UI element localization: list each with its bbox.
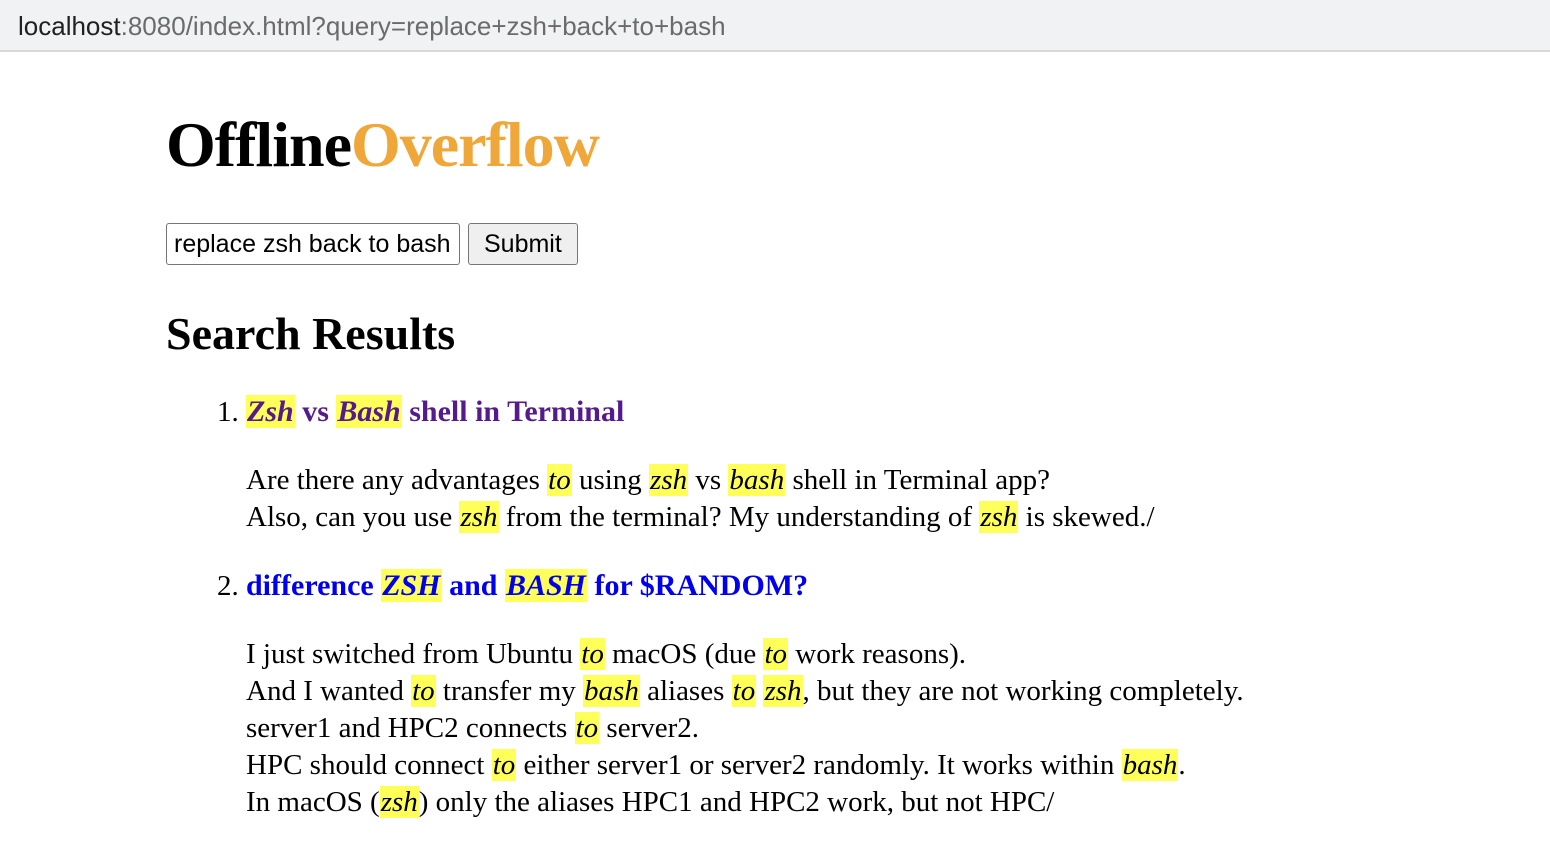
- highlighted-term: zsh: [979, 501, 1019, 533]
- result-snippet: I just switched from Ubuntu to macOS (du…: [246, 636, 1496, 821]
- result-snippet: Are there any advantages to using zsh vs…: [246, 462, 1496, 536]
- text-segment: vs: [294, 395, 337, 428]
- search-form: Submit: [166, 222, 1496, 266]
- highlighted-term: to: [580, 638, 605, 670]
- text-segment: And I wanted: [246, 675, 412, 707]
- logo-offline: Offline: [166, 109, 352, 180]
- highlighted-term: zsh: [763, 675, 803, 707]
- highlighted-term: Bash: [336, 395, 402, 428]
- highlighted-term: to: [763, 638, 789, 670]
- snippet-line: And I wanted to transfer my bash aliases…: [246, 673, 1496, 710]
- logo-overflow: Overflow: [350, 109, 600, 180]
- text-segment: , but they are not working completely.: [802, 675, 1244, 707]
- text-segment: difference: [246, 569, 382, 602]
- text-segment: In macOS (: [246, 786, 380, 818]
- url-path: :8080/index.html?query=replace+zsh+back+…: [120, 11, 726, 41]
- text-segment: Are there any advantages: [246, 464, 548, 496]
- address-bar[interactable]: localhost:8080/index.html?query=replace+…: [0, 0, 1550, 52]
- snippet-line: Are there any advantages to using zsh vs…: [246, 462, 1496, 499]
- results-list: Zsh vs Bash shell in Terminal Are there …: [166, 392, 1496, 821]
- highlighted-term: to: [574, 712, 600, 744]
- text-segment: shell in Terminal: [401, 395, 625, 428]
- text-segment: aliases: [639, 675, 732, 707]
- highlighted-term: BASH: [504, 569, 588, 602]
- text-segment: HPC should connect: [246, 749, 492, 781]
- results-heading: Search Results: [166, 308, 456, 359]
- text-segment: is skewed./: [1018, 501, 1155, 533]
- highlighted-term: bash: [1121, 749, 1179, 781]
- text-segment: either server1 or server2 randomly. It w…: [516, 749, 1122, 781]
- text-segment: work reasons).: [788, 638, 967, 670]
- search-input[interactable]: [166, 223, 460, 265]
- site-logo: OfflineOverflow: [166, 100, 1496, 190]
- highlighted-term: to: [547, 464, 572, 496]
- highlighted-term: ZSH: [381, 569, 442, 602]
- text-segment: macOS (due: [604, 638, 764, 670]
- highlighted-term: to: [411, 675, 436, 707]
- highlighted-term: to: [731, 675, 757, 707]
- snippet-line: Also, can you use zsh from the terminal?…: [246, 499, 1496, 536]
- text-segment: for $RANDOM?: [587, 569, 809, 602]
- highlighted-term: zsh: [459, 501, 499, 533]
- highlighted-term: zsh: [379, 786, 419, 818]
- text-segment: .: [1178, 749, 1186, 781]
- snippet-line: I just switched from Ubuntu to macOS (du…: [246, 636, 1496, 673]
- result-item: Zsh vs Bash shell in Terminal Are there …: [246, 392, 1496, 536]
- snippet-line: HPC should connect to either server1 or …: [246, 747, 1496, 784]
- text-segment: using: [571, 464, 650, 496]
- text-segment: from the terminal? My understanding of: [498, 501, 980, 533]
- highlighted-term: bash: [728, 464, 786, 496]
- main-content: OfflineOverflow Submit Search Results Zs…: [166, 100, 1496, 851]
- text-segment: server2.: [599, 712, 699, 744]
- submit-button[interactable]: Submit: [468, 223, 578, 265]
- text-segment: I just switched from Ubuntu: [246, 638, 581, 670]
- highlighted-term: bash: [583, 675, 640, 707]
- highlighted-term: Zsh: [246, 395, 295, 428]
- url-host: localhost: [18, 11, 121, 41]
- text-segment: shell in Terminal app?: [785, 464, 1051, 496]
- text-segment: and: [441, 569, 505, 602]
- text-segment: ) only the aliases HPC1 and HPC2 work, b…: [418, 786, 1055, 818]
- text-segment: vs: [688, 464, 729, 496]
- snippet-line: server1 and HPC2 connects to server2.: [246, 710, 1496, 747]
- snippet-line: In macOS (zsh) only the aliases HPC1 and…: [246, 784, 1496, 821]
- result-item: difference ZSH and BASH for $RANDOM? I j…: [246, 566, 1496, 821]
- text-segment: transfer my: [435, 675, 584, 707]
- result-title-link[interactable]: difference ZSH and BASH for $RANDOM?: [246, 569, 808, 602]
- highlighted-term: to: [491, 749, 517, 781]
- text-segment: server1 and HPC2 connects: [246, 712, 575, 744]
- highlighted-term: zsh: [649, 464, 689, 496]
- result-title-link[interactable]: Zsh vs Bash shell in Terminal: [246, 395, 624, 428]
- text-segment: Also, can you use: [246, 501, 460, 533]
